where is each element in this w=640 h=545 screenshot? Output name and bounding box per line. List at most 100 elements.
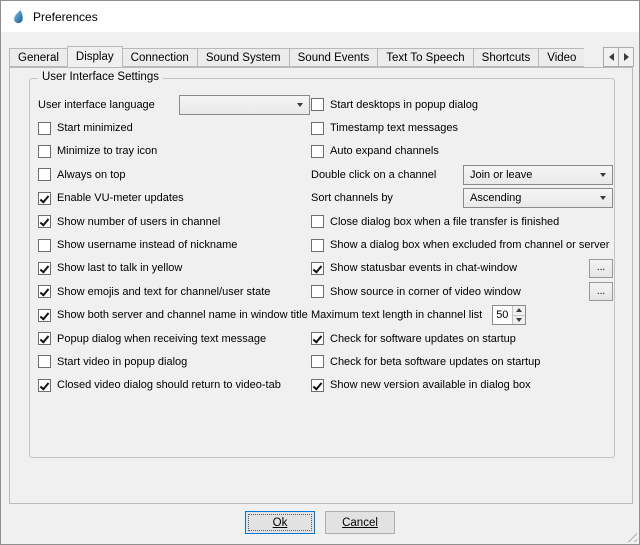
- chevron-down-icon: [600, 173, 606, 177]
- checkbox-row-check-for-beta-software-updates-on-startup[interactable]: Check for beta software updates on start…: [311, 350, 613, 373]
- more-button-show-source-in-corner-of-video-window[interactable]: ...: [589, 282, 613, 301]
- combobox-value: Join or leave: [470, 169, 532, 181]
- spin-down-button[interactable]: [513, 316, 525, 325]
- setting-row-sort-channels-by: Sort channels by Ascending: [311, 187, 613, 210]
- checkbox-show-both-server-and-channel-name-in-window-title[interactable]: [38, 309, 51, 322]
- checkbox-show-a-dialog-box-when-excluded-from-channel-or-server[interactable]: [311, 239, 324, 252]
- teamtalk-icon: [10, 9, 26, 25]
- checkbox-row-start-minimized[interactable]: Start minimized: [38, 116, 310, 139]
- checkbox-auto-expand-channels[interactable]: [311, 145, 324, 158]
- tab-text-to-speech[interactable]: Text To Speech: [377, 48, 473, 67]
- checkbox-row-show-statusbar-events-in-chat-window[interactable]: Show statusbar events in chat-window...: [311, 257, 613, 280]
- setting-label: Show a dialog box when excluded from cha…: [330, 239, 609, 251]
- chevron-down-icon: [600, 196, 606, 200]
- checkbox-enable-vu-meter-updates[interactable]: [38, 192, 51, 205]
- tab-scroll-left-button[interactable]: [603, 47, 619, 67]
- tab-scroll-buttons: [604, 47, 634, 67]
- setting-row-user-interface-language: User interface language: [38, 93, 310, 116]
- tab-sound-system[interactable]: Sound System: [197, 48, 290, 67]
- checkbox-closed-video-dialog-should-return-to-video-tab[interactable]: [38, 379, 51, 392]
- display-tab-page: User Interface Settings User interface l…: [9, 67, 633, 504]
- checkbox-start-desktops-in-popup-dialog[interactable]: [311, 98, 324, 111]
- setting-label: Show number of users in channel: [57, 216, 220, 228]
- maximum-text-length-in-channel-list-spinbox[interactable]: 50: [492, 305, 526, 325]
- setting-label: Start video in popup dialog: [57, 356, 187, 368]
- setting-row-double-click-on-a-channel: Double click on a channel Join or leave: [311, 163, 613, 186]
- setting-label: Show username instead of nickname: [57, 239, 237, 251]
- checkbox-popup-dialog-when-receiving-text-message[interactable]: [38, 332, 51, 345]
- spin-up-button[interactable]: [513, 306, 525, 316]
- setting-label: Sort channels by: [311, 192, 393, 204]
- tab-sound-events[interactable]: Sound Events: [289, 48, 379, 67]
- window-title: Preferences: [33, 10, 98, 24]
- setting-label: Show new version available in dialog box: [330, 379, 531, 391]
- checkbox-row-start-desktops-in-popup-dialog[interactable]: Start desktops in popup dialog: [311, 93, 613, 116]
- checkbox-show-emojis-and-text-for-channel-user-state[interactable]: [38, 285, 51, 298]
- checkbox-show-username-instead-of-nickname[interactable]: [38, 239, 51, 252]
- checkbox-row-show-username-instead-of-nickname[interactable]: Show username instead of nickname: [38, 233, 310, 256]
- more-button-show-statusbar-events-in-chat-window[interactable]: ...: [589, 259, 613, 278]
- checkbox-show-number-of-users-in-channel[interactable]: [38, 215, 51, 228]
- user-interface-language-combobox[interactable]: [179, 95, 310, 115]
- arrow-left-icon: [609, 53, 614, 61]
- checkbox-row-show-source-in-corner-of-video-window[interactable]: Show source in corner of video window...: [311, 280, 613, 303]
- double-click-on-a-channel-combobox[interactable]: Join or leave: [463, 165, 613, 185]
- checkbox-close-dialog-box-when-a-file-transfer-is-finished[interactable]: [311, 215, 324, 228]
- setting-label: Show both server and channel name in win…: [57, 309, 308, 321]
- checkbox-show-statusbar-events-in-chat-window[interactable]: [311, 262, 324, 275]
- checkbox-row-show-emojis-and-text-for-channel-user-state[interactable]: Show emojis and text for channel/user st…: [38, 280, 310, 303]
- checkbox-show-last-to-talk-in-yellow[interactable]: [38, 262, 51, 275]
- arrow-down-icon: [516, 318, 522, 322]
- setting-label: Double click on a channel: [311, 169, 436, 181]
- checkbox-minimize-to-tray-icon[interactable]: [38, 145, 51, 158]
- checkbox-row-closed-video-dialog-should-return-to-video-tab[interactable]: Closed video dialog should return to vid…: [38, 374, 310, 397]
- checkbox-row-show-new-version-available-in-dialog-box[interactable]: Show new version available in dialog box: [311, 374, 613, 397]
- checkbox-row-minimize-to-tray-icon[interactable]: Minimize to tray icon: [38, 140, 310, 163]
- checkbox-row-always-on-top[interactable]: Always on top: [38, 163, 310, 186]
- checkbox-row-close-dialog-box-when-a-file-transfer-is-finished[interactable]: Close dialog box when a file transfer is…: [311, 210, 613, 233]
- setting-label: User interface language: [38, 99, 155, 111]
- checkbox-row-enable-vu-meter-updates[interactable]: Enable VU-meter updates: [38, 187, 310, 210]
- setting-label: Start desktops in popup dialog: [330, 99, 478, 111]
- tab-shortcuts[interactable]: Shortcuts: [473, 48, 540, 67]
- checkbox-always-on-top[interactable]: [38, 168, 51, 181]
- checkbox-timestamp-text-messages[interactable]: [311, 122, 324, 135]
- ok-button[interactable]: Ok: [245, 511, 315, 534]
- checkbox-check-for-software-updates-on-startup[interactable]: [311, 332, 324, 345]
- checkbox-row-show-last-to-talk-in-yellow[interactable]: Show last to talk in yellow: [38, 257, 310, 280]
- cancel-button[interactable]: Cancel: [325, 511, 395, 534]
- checkbox-row-show-both-server-and-channel-name-in-window-title[interactable]: Show both server and channel name in win…: [38, 304, 310, 327]
- setting-row-maximum-text-length-in-channel-list: Maximum text length in channel list50: [311, 304, 613, 327]
- checkbox-start-video-in-popup-dialog[interactable]: [38, 355, 51, 368]
- checkbox-row-popup-dialog-when-receiving-text-message[interactable]: Popup dialog when receiving text message: [38, 327, 310, 350]
- setting-label: Start minimized: [57, 122, 133, 134]
- checkbox-check-for-beta-software-updates-on-startup[interactable]: [311, 355, 324, 368]
- checkbox-row-check-for-software-updates-on-startup[interactable]: Check for software updates on startup: [311, 327, 613, 350]
- setting-label: Close dialog box when a file transfer is…: [330, 216, 559, 228]
- user-interface-settings-group: User Interface Settings User interface l…: [29, 78, 615, 458]
- checkbox-row-show-number-of-users-in-channel[interactable]: Show number of users in channel: [38, 210, 310, 233]
- setting-label: Show emojis and text for channel/user st…: [57, 286, 270, 298]
- checkbox-row-timestamp-text-messages[interactable]: Timestamp text messages: [311, 116, 613, 139]
- spinbox-value: 50: [493, 306, 512, 324]
- sort-channels-by-combobox[interactable]: Ascending: [463, 188, 613, 208]
- combobox-value: Ascending: [470, 192, 521, 204]
- setting-label: Check for beta software updates on start…: [330, 356, 540, 368]
- checkbox-start-minimized[interactable]: [38, 122, 51, 135]
- tab-display[interactable]: Display: [67, 46, 123, 67]
- chevron-down-icon: [297, 103, 303, 107]
- checkbox-show-new-version-available-in-dialog-box[interactable]: [311, 379, 324, 392]
- checkbox-row-show-a-dialog-box-when-excluded-from-channel-or-server[interactable]: Show a dialog box when excluded from cha…: [311, 233, 613, 256]
- tab-connection[interactable]: Connection: [122, 48, 198, 67]
- tab-video[interactable]: Video: [538, 48, 584, 67]
- arrow-up-icon: [516, 308, 522, 312]
- tab-general[interactable]: General: [9, 48, 68, 67]
- setting-label: Check for software updates on startup: [330, 333, 516, 345]
- checkbox-row-start-video-in-popup-dialog[interactable]: Start video in popup dialog: [38, 350, 310, 373]
- tab-scroll-right-button[interactable]: [618, 47, 634, 67]
- title-bar[interactable]: Preferences: [1, 1, 639, 32]
- setting-label: Enable VU-meter updates: [57, 192, 184, 204]
- checkbox-show-source-in-corner-of-video-window[interactable]: [311, 285, 324, 298]
- tab-list: GeneralDisplayConnectionSound SystemSoun…: [9, 46, 584, 67]
- checkbox-row-auto-expand-channels[interactable]: Auto expand channels: [311, 140, 613, 163]
